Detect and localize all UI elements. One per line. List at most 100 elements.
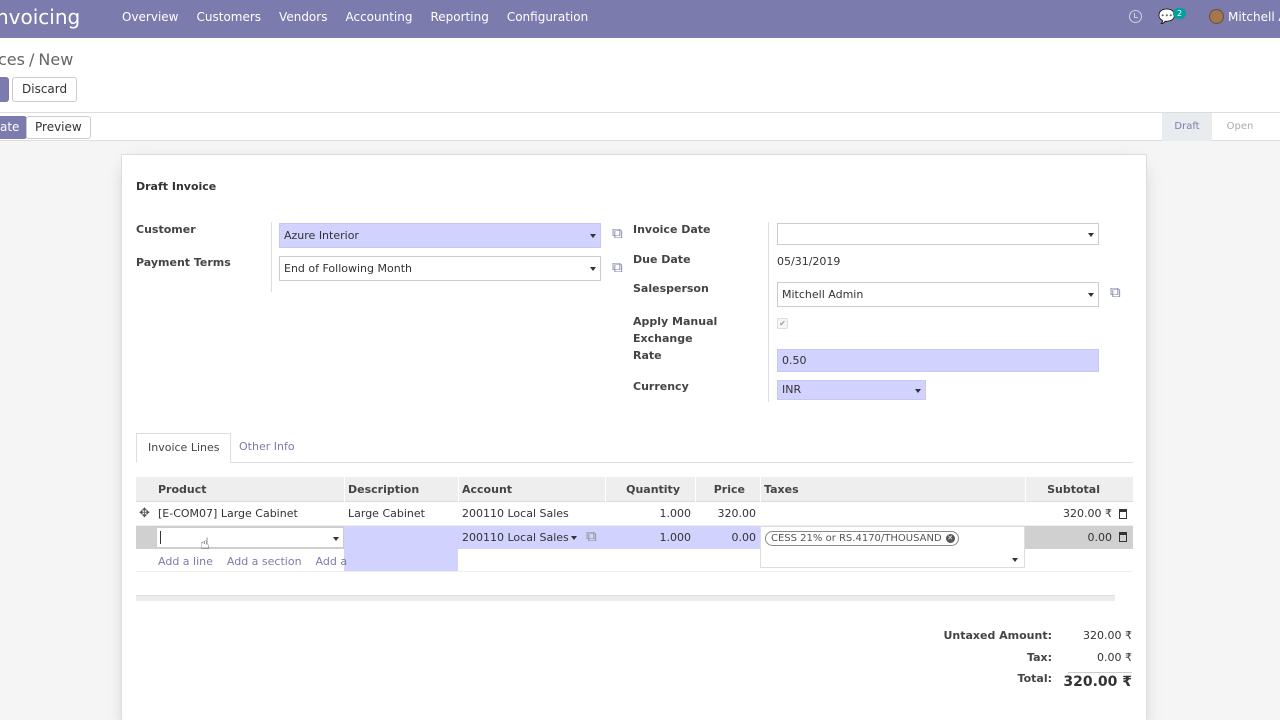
due-date-label: Due Date (633, 253, 691, 266)
column-description[interactable]: Description (348, 477, 419, 502)
cell-product[interactable]: [E-COM07] Large Cabinet (158, 502, 298, 526)
untaxed-amount-value: 320.00 ₹ (1083, 629, 1132, 642)
breadcrumb-parent[interactable]: ces (0, 50, 25, 69)
breadcrumb-separator: / (28, 50, 35, 69)
exchange-rate-field[interactable]: 0.50 (777, 349, 1099, 372)
column-account[interactable]: Account (462, 477, 512, 502)
price-input[interactable]: 0.00 (695, 526, 760, 549)
chevron-down-icon[interactable] (590, 234, 596, 238)
price-input-value: 0.00 (731, 531, 757, 544)
external-link-icon[interactable]: ⧉ (1110, 284, 1126, 300)
app-title[interactable]: nvoicing (0, 5, 80, 29)
tax-value: 0.00 ₹ (1097, 651, 1132, 664)
tax-label: Tax: (1026, 651, 1052, 664)
customer-field[interactable]: Azure Interior (279, 223, 601, 248)
chevron-down-icon[interactable] (1088, 233, 1094, 237)
currency-field[interactable]: INR (777, 380, 926, 400)
invoice-date-label: Invoice Date (633, 223, 711, 236)
column-subtotal[interactable]: Subtotal (1025, 477, 1100, 502)
form-title: Draft Invoice (136, 180, 217, 193)
status-bar: ate Preview Draft Open (0, 113, 1280, 141)
column-taxes[interactable]: Taxes (764, 477, 799, 502)
tax-tag: CESS 21% or RS.4170/THOUSAND ✕ (765, 531, 959, 546)
trash-icon[interactable] (1119, 509, 1127, 519)
product-input[interactable] (156, 527, 344, 548)
cell-subtotal: 0.00 (1087, 531, 1113, 544)
chevron-down-icon[interactable] (1012, 558, 1018, 562)
menu-configuration[interactable]: Configuration (507, 10, 588, 24)
tab-other-info[interactable]: Other Info (228, 433, 306, 463)
add-section-link[interactable]: Add a section (227, 555, 302, 568)
total-value: 320.00 ₹ (1063, 674, 1132, 690)
exchange-rate-value: 0.50 (782, 354, 807, 367)
column-product[interactable]: Product (158, 477, 207, 502)
text-cursor (160, 531, 161, 544)
chevron-down-icon[interactable] (590, 267, 596, 271)
salesperson-value: Mitchell Admin (782, 288, 864, 301)
user-menu[interactable]: Mitchell A (1228, 10, 1280, 24)
avatar[interactable] (1209, 9, 1224, 24)
remove-tag-icon[interactable]: ✕ (945, 534, 955, 543)
tab-invoice-lines[interactable]: Invoice Lines (136, 433, 232, 463)
menu-reporting[interactable]: Reporting (430, 10, 488, 24)
menu-overview[interactable]: Overview (122, 10, 179, 24)
tax-tag-label: CESS 21% or RS.4170/THOUSAND (771, 533, 942, 544)
cell-account[interactable]: 200110 Local Sales (462, 502, 569, 526)
breadcrumb-current: New (38, 50, 74, 69)
description-input[interactable] (344, 526, 458, 571)
save-button[interactable] (0, 77, 9, 102)
manual-rate-label-line1: Apply Manual (633, 315, 718, 328)
breadcrumb: ces / New (0, 50, 73, 69)
quantity-input-value: 1.000 (659, 531, 692, 544)
account-input[interactable]: 200110 Local Sales ⧉ (458, 526, 605, 549)
validate-button[interactable]: ate (0, 116, 28, 139)
cell-subtotal: 320.00 ₹ (1063, 507, 1112, 520)
invoice-date-field[interactable] (777, 223, 1099, 245)
taxes-input[interactable]: CESS 21% or RS.4170/THOUSAND ✕ (760, 526, 1025, 568)
menu-vendors[interactable]: Vendors (279, 10, 327, 24)
quantity-input[interactable]: 1.000 (605, 526, 695, 549)
stage-draft[interactable]: Draft (1162, 113, 1212, 141)
drag-handle-icon[interactable]: ✥ (139, 507, 150, 520)
cell-price[interactable]: 320.00 (695, 502, 757, 526)
clock-icon[interactable] (1129, 10, 1142, 23)
menu-customers[interactable]: Customers (197, 10, 262, 24)
currency-label: Currency (633, 380, 689, 393)
payment-terms-field[interactable]: End of Following Month (279, 256, 601, 281)
add-note-link[interactable]: Add a (316, 555, 348, 568)
manual-rate-checkbox[interactable]: ✔ (777, 318, 788, 329)
group-divider (768, 222, 769, 402)
column-quantity[interactable]: Quantity (605, 477, 680, 502)
top-navbar: nvoicing Overview Customers Vendors Acco… (0, 0, 1280, 38)
external-link-icon[interactable]: ⧉ (586, 528, 602, 544)
manual-rate-label-line3: Rate (633, 349, 662, 362)
preview-button[interactable]: Preview (26, 116, 91, 139)
cell-description[interactable]: Large Cabinet (348, 502, 425, 526)
currency-value: INR (782, 383, 802, 396)
control-panel: ces / New Discard (0, 38, 1280, 113)
external-link-icon[interactable]: ⧉ (612, 259, 628, 275)
chevron-down-icon[interactable] (915, 389, 921, 393)
salesperson-field[interactable]: Mitchell Admin (777, 282, 1099, 307)
table-row-editing[interactable]: 200110 Local Sales ⧉ 1.000 0.00 CESS 21%… (136, 526, 1133, 571)
due-date-value[interactable]: 05/31/2019 (777, 255, 840, 268)
add-links: Add a line Add a section Add a (158, 555, 347, 568)
column-price[interactable]: Price (695, 477, 745, 502)
group-divider (271, 222, 272, 292)
table-row[interactable]: ✥ [E-COM07] Large Cabinet Large Cabinet … (136, 502, 1133, 526)
main-menu: Overview Customers Vendors Accounting Re… (122, 10, 588, 24)
chevron-down-icon[interactable] (571, 536, 577, 540)
trash-icon[interactable] (1119, 532, 1127, 542)
add-line-link[interactable]: Add a line (158, 555, 213, 568)
stage-open[interactable]: Open (1212, 113, 1268, 141)
external-link-icon[interactable]: ⧉ (612, 225, 628, 241)
cell-quantity[interactable]: 1.000 (605, 502, 692, 526)
hand-cursor-icon: ☝ (200, 534, 210, 553)
chevron-down-icon[interactable] (1088, 293, 1094, 297)
account-input-value: 200110 Local Sales (462, 531, 569, 544)
chevron-down-icon[interactable] (333, 537, 339, 541)
discard-button[interactable]: Discard (12, 77, 78, 102)
menu-accounting[interactable]: Accounting (345, 10, 412, 24)
messages-badge: 2 (1173, 8, 1187, 19)
column-divider (458, 477, 459, 502)
